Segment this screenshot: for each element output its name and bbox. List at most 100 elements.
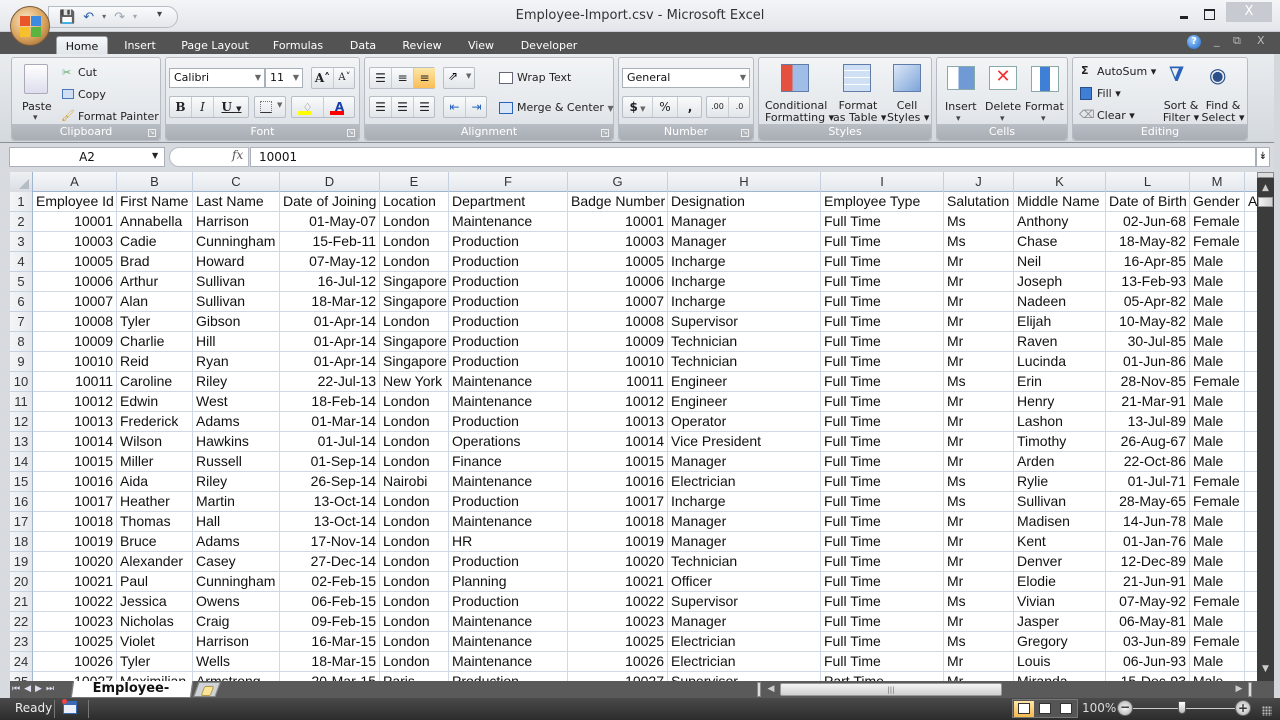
cell[interactable]: 13-Feb-93	[1106, 272, 1190, 292]
format-as-table-button[interactable]: Format as Table ▾	[833, 100, 886, 124]
cell[interactable]: Manager	[668, 512, 821, 532]
zoom-slider-thumb[interactable]	[1178, 701, 1186, 714]
cell[interactable]: Supervisor	[668, 672, 821, 681]
clear-button[interactable]: Clear ▾	[1097, 109, 1135, 122]
zoom-in-button[interactable]: +	[1235, 700, 1251, 716]
cell[interactable]: Owens	[193, 592, 280, 612]
cell[interactable]: 10021	[568, 572, 668, 592]
cell[interactable]: Male	[1190, 452, 1245, 472]
cell[interactable]: Engineer	[668, 372, 821, 392]
tab-data[interactable]: Data	[342, 36, 384, 56]
cell[interactable]: Female	[1190, 232, 1245, 252]
cell[interactable]: London	[380, 412, 449, 432]
cell[interactable]: Elijah	[1014, 312, 1106, 332]
cell[interactable]: Male	[1190, 392, 1245, 412]
cell[interactable]: Full Time	[821, 252, 944, 272]
cell[interactable]: Male	[1190, 332, 1245, 352]
row-header[interactable]: 19	[10, 552, 33, 572]
cell[interactable]: 18-Mar-15	[280, 652, 380, 672]
scroll-up-icon[interactable]: ▲	[1257, 180, 1274, 196]
cell[interactable]: Electrician	[668, 472, 821, 492]
increase-indent-button[interactable]: ⇥	[466, 97, 487, 117]
cell[interactable]: 10018	[568, 512, 668, 532]
column-header-m[interactable]: M	[1190, 172, 1245, 192]
cell[interactable]: Production	[449, 672, 568, 681]
cell[interactable]: 10010	[33, 352, 117, 372]
cell[interactable]: Violet	[117, 632, 193, 652]
cell[interactable]	[1245, 412, 1257, 432]
cell[interactable]	[1245, 332, 1257, 352]
cell[interactable]: 13-Oct-14	[280, 492, 380, 512]
workbook-minimize-icon[interactable]: _	[1214, 34, 1220, 47]
cell[interactable]: Singapore	[380, 332, 449, 352]
cell[interactable]: Mr	[944, 532, 1014, 552]
cell[interactable]: 10013	[33, 412, 117, 432]
format-painter-button[interactable]: Format Painter	[78, 110, 159, 123]
clipboard-dialog-launcher-icon[interactable]: ↘	[148, 129, 156, 137]
cell[interactable]: Mr	[944, 432, 1014, 452]
cell[interactable]: 18-Mar-12	[280, 292, 380, 312]
cell[interactable]: 10019	[33, 532, 117, 552]
cell[interactable]	[1245, 512, 1257, 532]
cell[interactable]: Bruce	[117, 532, 193, 552]
cell[interactable]: Arthur	[117, 272, 193, 292]
cell[interactable]: Male	[1190, 412, 1245, 432]
cell[interactable]: 10026	[33, 652, 117, 672]
column-title-cell[interactable]: A	[1245, 192, 1257, 212]
cell[interactable]	[1245, 292, 1257, 312]
align-center-button[interactable]: ☰	[392, 97, 414, 117]
paste-dropdown-icon[interactable]: ▾	[33, 113, 38, 123]
cell[interactable]: 10016	[568, 472, 668, 492]
cell[interactable]: 10015	[33, 452, 117, 472]
font-dialog-launcher-icon[interactable]: ↘	[347, 129, 355, 137]
cell[interactable]: Full Time	[821, 392, 944, 412]
cell[interactable]: Sullivan	[193, 272, 280, 292]
cell[interactable]: Maintenance	[449, 472, 568, 492]
cell[interactable]: Maintenance	[449, 392, 568, 412]
column-title-cell[interactable]: First Name	[117, 192, 193, 212]
cell[interactable]: Full Time	[821, 512, 944, 532]
cell[interactable]: Mr	[944, 332, 1014, 352]
row-header[interactable]: 24	[10, 652, 33, 672]
cell[interactable]: Part Time	[821, 672, 944, 681]
cell[interactable]: 10009	[33, 332, 117, 352]
cell[interactable]: 10025	[33, 632, 117, 652]
column-title-cell[interactable]: Department	[449, 192, 568, 212]
cell[interactable]: 16-Mar-15	[280, 632, 380, 652]
cell[interactable]: Louis	[1014, 652, 1106, 672]
cell[interactable]: Full Time	[821, 412, 944, 432]
cell[interactable]: Planning	[449, 572, 568, 592]
column-header-i[interactable]: I	[821, 172, 944, 192]
column-header-c[interactable]: C	[193, 172, 280, 192]
cell[interactable]: Production	[449, 332, 568, 352]
align-right-button[interactable]: ☰	[414, 97, 435, 117]
cell[interactable]	[1245, 312, 1257, 332]
column-title-cell[interactable]: Date of Joining	[280, 192, 380, 212]
name-box-dropdown-icon[interactable]: ▼	[152, 151, 158, 160]
cell[interactable]: Incharge	[668, 492, 821, 512]
cell[interactable]: London	[380, 252, 449, 272]
cell[interactable]: Jasper	[1014, 612, 1106, 632]
cell[interactable]: Incharge	[668, 272, 821, 292]
scroll-right-icon[interactable]: ▶	[1232, 682, 1246, 697]
cell[interactable]: Paris	[380, 672, 449, 681]
cell[interactable]: 01-Jul-71	[1106, 472, 1190, 492]
cell[interactable]: 10015	[568, 452, 668, 472]
cell[interactable]: Ms	[944, 372, 1014, 392]
font-color-button[interactable]: A	[324, 97, 355, 117]
cell[interactable]: 13-Jul-89	[1106, 412, 1190, 432]
cell[interactable]: Male	[1190, 432, 1245, 452]
cell[interactable]: Hawkins	[193, 432, 280, 452]
cell[interactable]: HR	[449, 532, 568, 552]
cell[interactable]: Henry	[1014, 392, 1106, 412]
cell[interactable]: 01-May-07	[280, 212, 380, 232]
cell[interactable]: Officer	[668, 572, 821, 592]
cell[interactable]: Chase	[1014, 232, 1106, 252]
cell[interactable]: Nadeen	[1014, 292, 1106, 312]
cell[interactable]: 10017	[568, 492, 668, 512]
middle-align-button[interactable]: ≡	[392, 68, 414, 88]
row-header[interactable]: 10	[10, 372, 33, 392]
cell[interactable]: Male	[1190, 612, 1245, 632]
cell[interactable]: 01-Apr-14	[280, 352, 380, 372]
cell[interactable]: London	[380, 612, 449, 632]
